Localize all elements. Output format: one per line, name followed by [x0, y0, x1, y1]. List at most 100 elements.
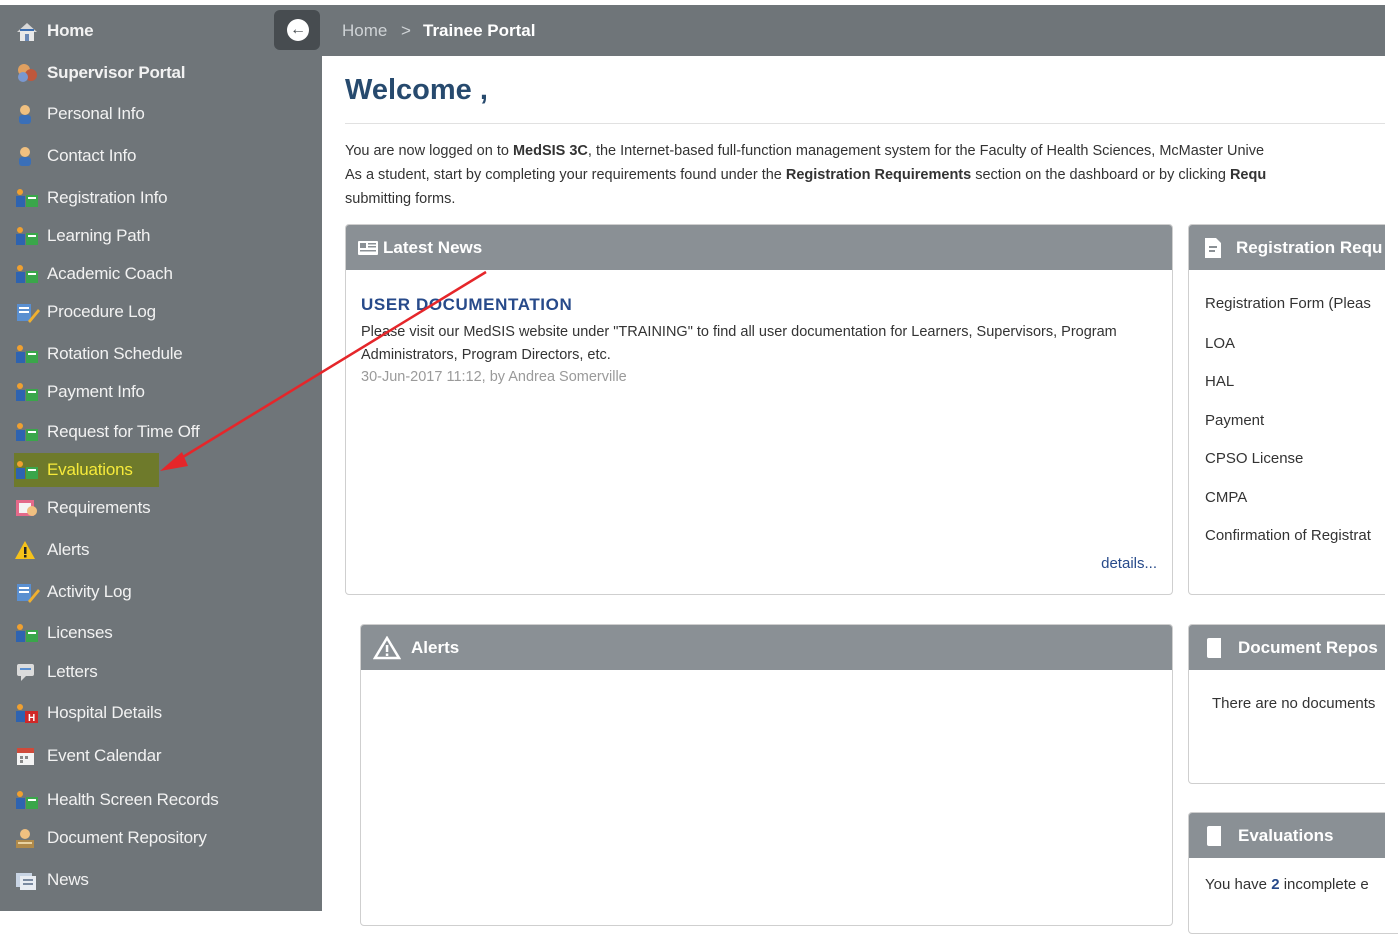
requirement-item[interactable]: Registration Form (Pleas: [1205, 295, 1371, 312]
sidebar-item-rotation-schedule[interactable]: Rotation Schedule: [14, 338, 183, 370]
panel-title: Registration Requ: [1236, 237, 1383, 257]
sidebar-item-label: Licenses: [47, 623, 113, 642]
sidebar-item-evaluations[interactable]: Evaluations: [14, 453, 159, 487]
sidebar-item-label: Supervisor Portal: [47, 63, 186, 82]
warning-icon: [14, 539, 40, 561]
sidebar-item-request-time-off[interactable]: Request for Time Off: [14, 416, 200, 448]
sidebar-item-activity-log[interactable]: Activity Log: [14, 576, 132, 608]
sidebar-item-contact-info[interactable]: Contact Info: [14, 140, 136, 172]
requirement-item[interactable]: HAL: [1205, 373, 1234, 390]
news-details-link[interactable]: details...: [1101, 555, 1157, 572]
users-folder-icon: [14, 381, 40, 403]
news-item-title[interactable]: USER DOCUMENTATION: [361, 295, 572, 315]
empty-state-text: There are no documents: [1212, 695, 1376, 712]
document-repository-panel: Document Repos There are no documents: [1188, 624, 1398, 784]
users-folder-icon: [14, 263, 40, 285]
sidebar-item-supervisor-portal[interactable]: Supervisor Portal: [14, 57, 186, 89]
requirement-item[interactable]: LOA: [1205, 335, 1235, 352]
sidebar-item-label: Registration Info: [47, 188, 168, 207]
sidebar-item-label: Personal Info: [47, 104, 145, 123]
sidebar-item-label: Home: [47, 21, 94, 40]
registration-requirements-header: Registration Requ: [1189, 225, 1398, 270]
requirements-icon: [14, 497, 40, 519]
news-icon: [14, 869, 40, 891]
collapse-sidebar-button[interactable]: ←: [274, 10, 320, 50]
newspaper-icon: [358, 240, 378, 255]
evaluations-text: You have: [1205, 876, 1272, 893]
sidebar: ← Home Supervisor Portal Personal Info C…: [0, 5, 322, 911]
sidebar-item-label: Learning Path: [47, 226, 151, 245]
breadcrumb-home-link[interactable]: Home: [342, 21, 387, 41]
sidebar-item-procedure-log[interactable]: Procedure Log: [14, 296, 156, 328]
news-item-meta: 30-Jun-2017 11:12, by Andrea Somerville: [361, 369, 627, 385]
panel-title: Document Repos: [1238, 637, 1378, 657]
sidebar-item-document-repository[interactable]: Document Repository: [14, 822, 207, 854]
requirement-item[interactable]: CMPA: [1205, 489, 1247, 506]
sidebar-item-label: Alerts: [47, 540, 90, 559]
person-icon: [14, 103, 40, 125]
arrow-left-icon: ←: [287, 19, 309, 41]
file-icon: [1207, 637, 1221, 658]
sidebar-item-label: Contact Info: [47, 146, 137, 165]
intro-text: You are now logged on to: [345, 143, 513, 159]
requirement-item[interactable]: Payment: [1205, 412, 1264, 429]
sidebar-item-event-calendar[interactable]: Event Calendar: [14, 740, 162, 772]
document-icon: [1205, 237, 1221, 258]
welcome-intro: You are now logged on to MedSIS 3C, the …: [345, 139, 1398, 211]
sidebar-item-label: Health Screen Records: [47, 790, 219, 809]
users-folder-icon: [14, 225, 40, 247]
sidebar-item-health-screen-records[interactable]: Health Screen Records: [14, 784, 219, 816]
breadcrumb: Home > Trainee Portal: [322, 5, 1385, 56]
log-icon: [14, 301, 40, 323]
sidebar-item-registration-info[interactable]: Registration Info: [14, 182, 168, 214]
intro-requirements-link: Requ: [1229, 167, 1267, 183]
hospital-icon: H: [14, 702, 40, 724]
letter-icon: [14, 661, 40, 683]
intro-product-name: MedSIS 3C: [512, 143, 588, 159]
alerts-panel: Alerts: [360, 624, 1173, 926]
sidebar-item-letters[interactable]: Letters: [14, 656, 98, 688]
evaluations-summary: You have 2 incomplete e: [1205, 876, 1369, 893]
sidebar-item-label: Activity Log: [47, 582, 132, 601]
users-folder-icon: [14, 459, 40, 481]
registration-requirements-panel: Registration Requ Registration Form (Ple…: [1188, 224, 1398, 595]
repository-icon: [14, 827, 40, 849]
sidebar-item-label: Rotation Schedule: [47, 344, 183, 363]
incomplete-evaluations-count[interactable]: 2: [1271, 876, 1279, 893]
sidebar-item-label: Letters: [47, 662, 98, 681]
sidebar-item-news[interactable]: News: [14, 864, 89, 896]
intro-registration-requirements: Registration Requirements: [785, 167, 972, 183]
file-icon: [1207, 825, 1221, 846]
breadcrumb-current: Trainee Portal: [423, 21, 536, 40]
sidebar-item-alerts[interactable]: Alerts: [14, 534, 89, 566]
supervisor-icon: [14, 62, 40, 84]
evaluations-panel: Evaluations You have 2 incomplete e: [1188, 812, 1398, 934]
users-folder-icon: [14, 187, 40, 209]
intro-text: section on the dashboard or by clicking: [971, 167, 1230, 183]
intro-text: , the Internet-based full-function manag…: [587, 143, 1265, 159]
log-icon: [14, 581, 40, 603]
requirement-item[interactable]: CPSO License: [1205, 450, 1303, 467]
users-folder-icon: [14, 622, 40, 644]
sidebar-item-academic-coach[interactable]: Academic Coach: [14, 258, 173, 290]
sidebar-item-label: Document Repository: [47, 828, 207, 847]
latest-news-panel: Latest News USER DOCUMENTATION Please vi…: [345, 224, 1173, 595]
sidebar-item-licenses[interactable]: Licenses: [14, 617, 113, 649]
sidebar-item-label: Request for Time Off: [47, 422, 200, 441]
sidebar-item-learning-path[interactable]: Learning Path: [14, 220, 150, 252]
svg-text:H: H: [28, 713, 35, 724]
requirement-item[interactable]: Confirmation of Registrat: [1205, 527, 1371, 544]
intro-text: As a student, start by completing your r…: [345, 167, 786, 183]
sidebar-item-label: Academic Coach: [47, 264, 173, 283]
home-icon: [14, 20, 40, 42]
sidebar-item-home[interactable]: Home: [14, 15, 94, 47]
page-title: Welcome ,: [345, 74, 488, 106]
sidebar-item-personal-info[interactable]: Personal Info: [14, 98, 145, 130]
sidebar-item-label: Procedure Log: [47, 302, 156, 321]
divider: [345, 123, 1385, 124]
sidebar-item-payment-info[interactable]: Payment Info: [14, 376, 145, 408]
sidebar-item-requirements[interactable]: Requirements: [14, 492, 151, 524]
evaluations-text: incomplete e: [1279, 876, 1369, 893]
sidebar-item-label: Hospital Details: [47, 703, 162, 722]
sidebar-item-hospital-details[interactable]: H Hospital Details: [14, 697, 162, 729]
